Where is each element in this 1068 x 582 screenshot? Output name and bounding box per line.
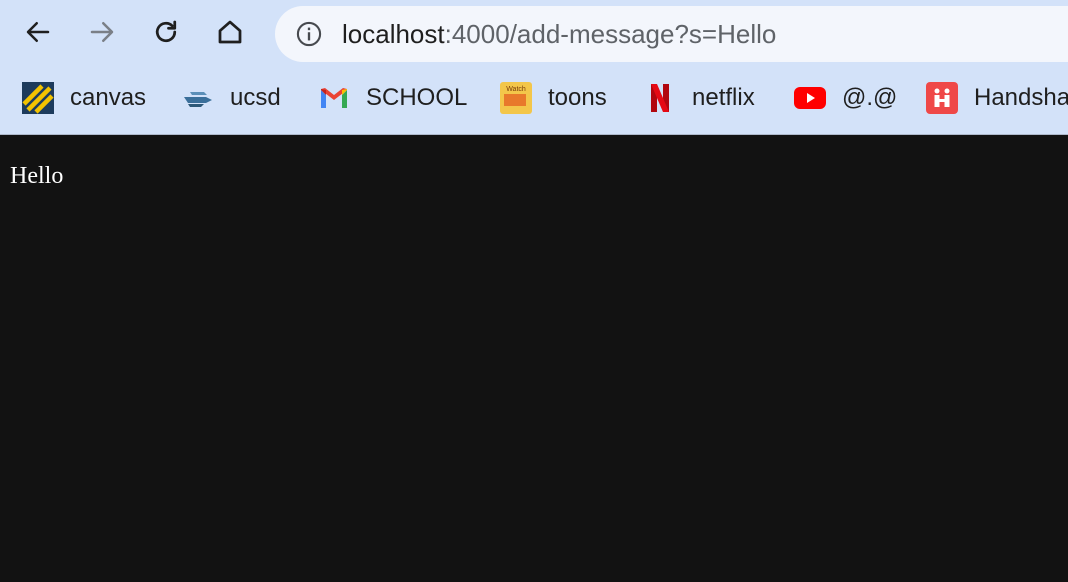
reload-button[interactable] [146,14,186,54]
handshake-icon [926,82,958,114]
bookmark-school[interactable]: SCHOOL [318,80,467,116]
svg-text:Watch: Watch [506,86,526,93]
youtube-icon [794,82,826,114]
ucsd-logo-icon [182,82,214,114]
browser-chrome: localhost:4000/add-message?s=Hello canva… [0,0,1068,135]
bookmark-toons[interactable]: Watch toons [500,80,607,116]
arrow-left-icon [23,17,53,52]
message-text: Hello [10,163,64,189]
page-content: Hello [0,136,1068,582]
bookmark-label: SCHOOL [366,84,468,111]
bookmark-label: netflix [692,84,755,111]
back-button[interactable] [18,14,58,54]
gmail-icon [318,82,350,114]
bookmark-canvas[interactable]: canvas [22,80,146,116]
bookmark-label: Handshake [974,84,1068,111]
url-host: localhost [342,19,445,49]
bookmark-handshake[interactable]: Handshake [926,80,1068,116]
browser-toolbar: localhost:4000/add-message?s=Hello [0,0,1068,68]
bookmark-youtube[interactable]: @.@ [794,80,897,116]
bookmarks-bar: canvas ucsd SCHOOL Watch toons netflix @… [0,68,1068,128]
bookmark-label: canvas [70,84,147,111]
reload-icon [151,17,181,52]
canvas-logo-icon [22,82,54,114]
home-icon [215,17,245,52]
bookmark-label: @.@ [842,84,898,111]
info-icon[interactable] [295,20,323,48]
home-button[interactable] [210,14,250,54]
bookmark-label: toons [548,84,607,111]
bookmark-label: ucsd [230,84,281,111]
arrow-right-icon [87,17,117,52]
netflix-icon [644,82,676,114]
forward-button[interactable] [82,14,122,54]
url-path: :4000/add-message?s=Hello [444,19,777,49]
bookmark-ucsd[interactable]: ucsd [182,80,281,116]
watch-anime-icon: Watch [500,82,532,114]
address-bar[interactable]: localhost:4000/add-message?s=Hello [275,6,1068,62]
url-text[interactable]: localhost:4000/add-message?s=Hello [342,19,776,49]
bookmark-netflix[interactable]: netflix [644,80,755,116]
